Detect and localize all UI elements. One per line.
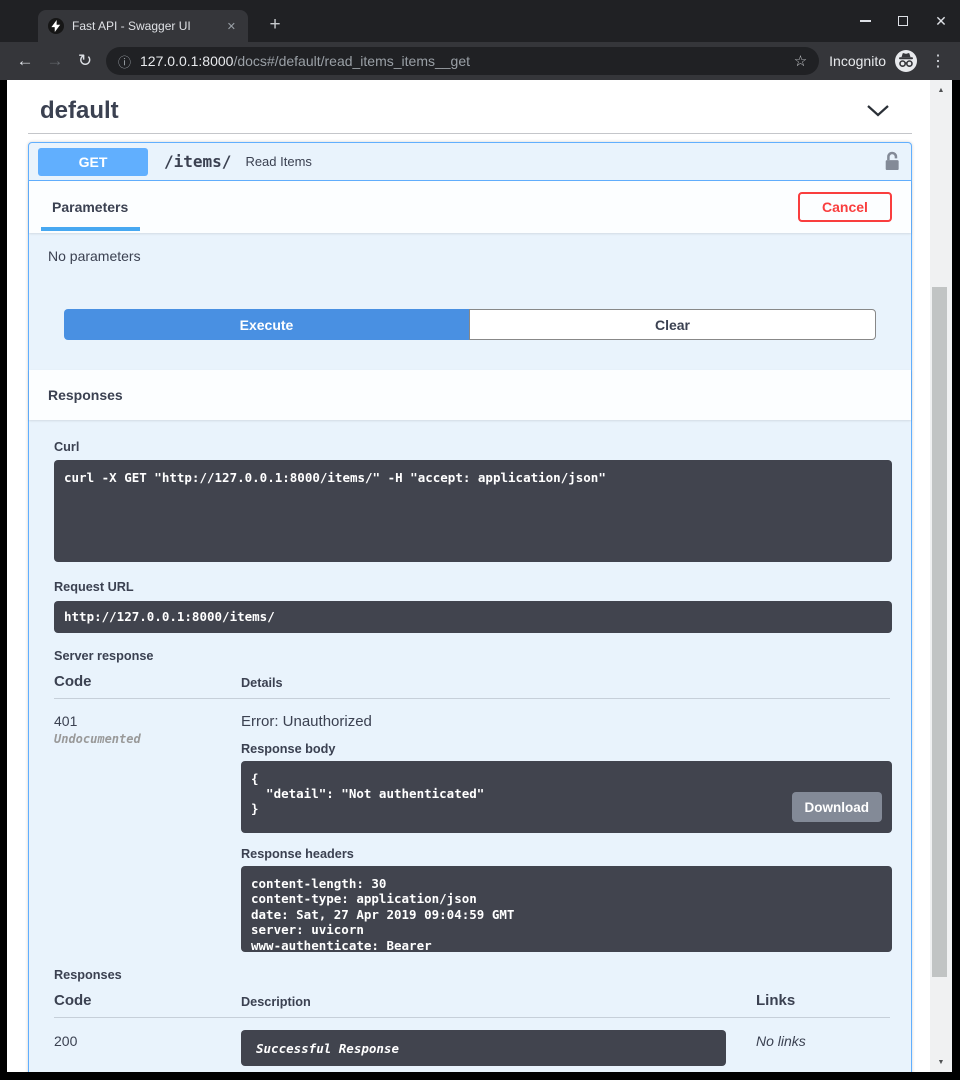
tag-title: default xyxy=(40,97,119,125)
response-headers-label: Response headers xyxy=(241,847,892,861)
no-parameters-text: No parameters xyxy=(29,233,911,264)
responses-section-header: Responses xyxy=(29,370,911,420)
back-button[interactable]: ← xyxy=(10,51,40,71)
close-window-button[interactable]: ✕ xyxy=(930,10,952,32)
responses-inner: Curl curl -X GET "http://127.0.0.1:8000/… xyxy=(29,420,911,1072)
scrollbar-thumb[interactable] xyxy=(932,287,947,977)
chevron-down-icon[interactable] xyxy=(866,104,890,118)
column-code: Code xyxy=(54,673,241,690)
documented-responses-table-header: Code Description Links xyxy=(54,982,890,1018)
no-links-text: No links xyxy=(756,1030,890,1066)
response-body-label: Response body xyxy=(241,742,892,756)
minimize-button[interactable] xyxy=(854,10,876,32)
column-code: Code xyxy=(54,992,241,1009)
server-response-row: 401 Undocumented Error: Unauthorized Res… xyxy=(54,699,890,952)
response-body-block: { "detail": "Not authenticated" } Downlo… xyxy=(241,761,892,833)
execute-button-group: Execute Clear xyxy=(29,309,911,340)
url-path: /docs#/default/read_items_items__get xyxy=(233,53,470,69)
window-controls: ✕ xyxy=(854,0,952,42)
fastapi-favicon-icon xyxy=(48,18,64,34)
request-url-label: Request URL xyxy=(54,580,890,594)
maximize-icon xyxy=(898,16,908,26)
details-cell: Error: Unauthorized Response body { "det… xyxy=(241,713,892,952)
browser-toolbar: ← → ↻ ⓘ 127.0.0.1:8000/docs#/default/rea… xyxy=(0,42,960,80)
browser-tab[interactable]: Fast API - Swagger UI ✕ xyxy=(38,10,248,42)
forward-button[interactable]: → xyxy=(40,51,70,71)
authorize-lock-button[interactable] xyxy=(883,151,901,172)
scroll-down-arrow[interactable]: ▼ xyxy=(930,1054,952,1070)
status-code: 401 xyxy=(54,713,241,729)
new-tab-button[interactable]: + xyxy=(262,12,288,38)
documented-response-row: 200 Successful Response No links xyxy=(54,1018,890,1066)
operation-path: /items/ xyxy=(164,152,231,171)
maximize-button[interactable] xyxy=(892,10,914,32)
clear-button[interactable]: Clear xyxy=(469,309,876,340)
status-cell: 401 Undocumented xyxy=(54,713,241,952)
curl-label: Curl xyxy=(54,440,890,454)
incognito-spy-icon xyxy=(894,49,918,73)
address-bar[interactable]: ⓘ 127.0.0.1:8000/docs#/default/read_item… xyxy=(106,47,819,75)
tab-parameters[interactable]: Parameters xyxy=(48,199,132,215)
tab-title: Fast API - Swagger UI xyxy=(72,19,223,33)
swagger-page: default GET /items/ Read Items Parameter… xyxy=(7,80,952,1072)
column-links: Links xyxy=(756,992,890,1009)
page-scrollbar[interactable]: ▲ ▼ xyxy=(930,80,952,1072)
responses-section-title: Responses xyxy=(48,387,123,403)
response-body-json: { "detail": "Not authenticated" } xyxy=(251,771,484,816)
server-response-table-header: Code Details xyxy=(54,663,890,699)
minimize-icon xyxy=(860,20,871,22)
swagger-content: default GET /items/ Read Items Parameter… xyxy=(7,80,930,1072)
tag-section-header[interactable]: default xyxy=(28,88,912,134)
incognito-badge: Incognito xyxy=(829,49,918,73)
parameters-section-header: Parameters Cancel xyxy=(29,181,911,233)
response-headers-block: content-length: 30 content-type: applica… xyxy=(241,866,892,952)
opblock-summary[interactable]: GET /items/ Read Items xyxy=(29,143,911,181)
request-url-value: http://127.0.0.1:8000/items/ xyxy=(54,601,892,633)
undocumented-badge: Undocumented xyxy=(54,732,241,746)
cancel-button[interactable]: Cancel xyxy=(798,192,892,222)
download-button[interactable]: Download xyxy=(792,792,883,822)
browser-tab-strip: Fast API - Swagger UI ✕ + ✕ xyxy=(0,0,960,42)
column-details: Details xyxy=(241,676,890,690)
scroll-up-arrow[interactable]: ▲ xyxy=(930,82,952,98)
column-description: Description xyxy=(241,995,756,1009)
reload-button[interactable]: ↻ xyxy=(70,51,100,71)
opblock-get-items: GET /items/ Read Items Parameters Cancel… xyxy=(28,142,912,1072)
incognito-label: Incognito xyxy=(829,53,886,69)
bookmark-star-icon[interactable]: ☆ xyxy=(794,52,807,70)
window-bottom-edge xyxy=(0,1072,960,1080)
response-description: Successful Response xyxy=(241,1030,726,1066)
page-info-icon[interactable]: ⓘ xyxy=(118,52,131,71)
url-host: 127.0.0.1:8000 xyxy=(140,53,233,69)
method-badge: GET xyxy=(38,148,148,176)
response-code-200: 200 xyxy=(54,1030,241,1066)
curl-command[interactable]: curl -X GET "http://127.0.0.1:8000/items… xyxy=(54,460,892,562)
browser-menu-button[interactable]: ⋮ xyxy=(926,51,950,71)
unlocked-padlock-icon xyxy=(883,151,901,172)
operation-summary: Read Items xyxy=(245,154,883,169)
tab-close-icon[interactable]: ✕ xyxy=(223,18,240,35)
server-response-label: Server response xyxy=(54,649,890,663)
error-description: Error: Unauthorized xyxy=(241,713,892,730)
url-text: 127.0.0.1:8000/docs#/default/read_items_… xyxy=(140,53,786,69)
documented-responses-label: Responses xyxy=(54,968,890,982)
execute-button[interactable]: Execute xyxy=(64,309,469,340)
